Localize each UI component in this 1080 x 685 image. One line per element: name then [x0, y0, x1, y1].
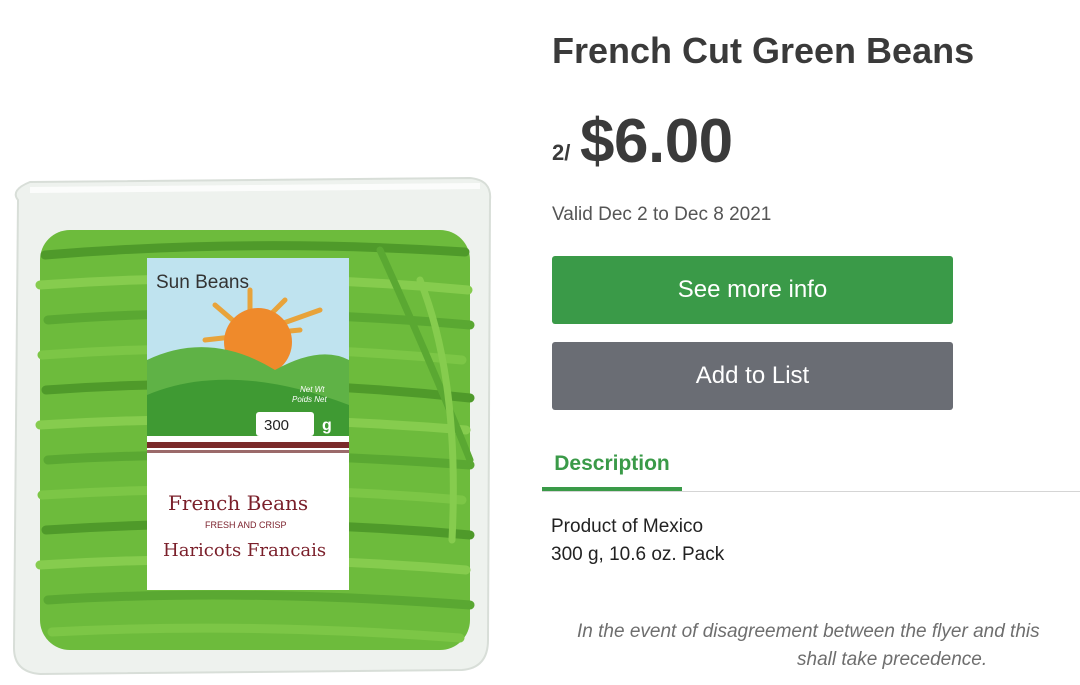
product-title: French Cut Green Beans	[552, 30, 975, 71]
package-weight: 300	[264, 417, 289, 434]
see-more-info-button[interactable]: See more info	[552, 256, 953, 324]
product-image: Sun Beans Net Wt Poids Net 300 g French …	[0, 160, 515, 680]
disclaimer: In the event of disagreement between the…	[560, 618, 1080, 674]
package-brand: Sun Beans	[156, 272, 249, 293]
price-quantity: 2/	[552, 140, 571, 165]
package-tagline: FRESH AND CRISP	[205, 520, 287, 530]
tab-divider	[542, 491, 1080, 492]
disclaimer-line-2: shall take precedence.	[797, 649, 988, 670]
tab-description[interactable]: Description	[542, 452, 682, 492]
validity-dates: Valid Dec 2 to Dec 8 2021	[552, 204, 772, 225]
package-name-fr: Haricots Francais	[163, 540, 326, 561]
disclaimer-line-1: In the event of disagreement between the…	[577, 621, 1040, 642]
add-to-list-button[interactable]: Add to List	[552, 342, 953, 410]
package-weight-unit: g	[322, 417, 332, 434]
price-value: $6.00	[580, 107, 733, 176]
green-beans-package-image: Sun Beans Net Wt Poids Net 300 g French …	[12, 176, 492, 676]
description-origin: Product of Mexico	[551, 516, 704, 537]
description-body: Product of Mexico 300 g, 10.6 oz. Pack	[551, 513, 724, 569]
package-net-wt: Net Wt	[300, 385, 325, 394]
package-poids-net: Poids Net	[292, 395, 327, 404]
package-name-en: French Beans	[168, 491, 308, 515]
description-size: 300 g, 10.6 oz. Pack	[551, 544, 725, 565]
